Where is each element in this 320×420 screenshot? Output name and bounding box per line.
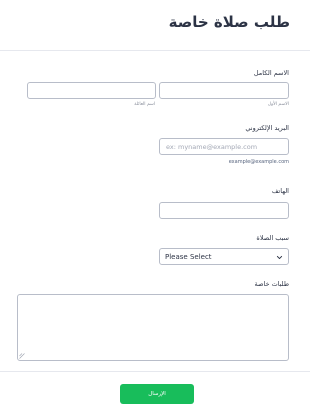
email-label: البريد الإلكتروني (245, 124, 289, 132)
chevron-down-icon (276, 255, 283, 260)
notes-label: طلبات خاصة (254, 280, 289, 288)
reason-label: سبب الصلاة (256, 234, 289, 242)
reason-select-value: Please Select (165, 253, 212, 261)
last-name-sublabel: اسم العائلة (134, 102, 155, 107)
email-hint: example@example.com (228, 159, 289, 165)
reason-select[interactable]: Please Select (159, 248, 289, 265)
resize-grip-icon[interactable] (19, 353, 25, 359)
first-name-input[interactable] (159, 82, 289, 99)
first-name-sublabel: الاسم الأول (267, 102, 289, 107)
email-input[interactable] (159, 138, 289, 155)
phone-input[interactable] (159, 202, 289, 219)
form-title: طلب صلاة خاصة (168, 13, 290, 31)
footer-divider (0, 371, 310, 372)
full-name-label: الاسم الكامل (253, 69, 289, 77)
phone-label: الهاتف (271, 187, 289, 195)
submit-button[interactable]: الإرسال (120, 384, 194, 404)
last-name-input[interactable] (27, 82, 156, 99)
notes-textarea[interactable] (17, 294, 289, 361)
form-header: طلب صلاة خاصة (0, 0, 310, 51)
